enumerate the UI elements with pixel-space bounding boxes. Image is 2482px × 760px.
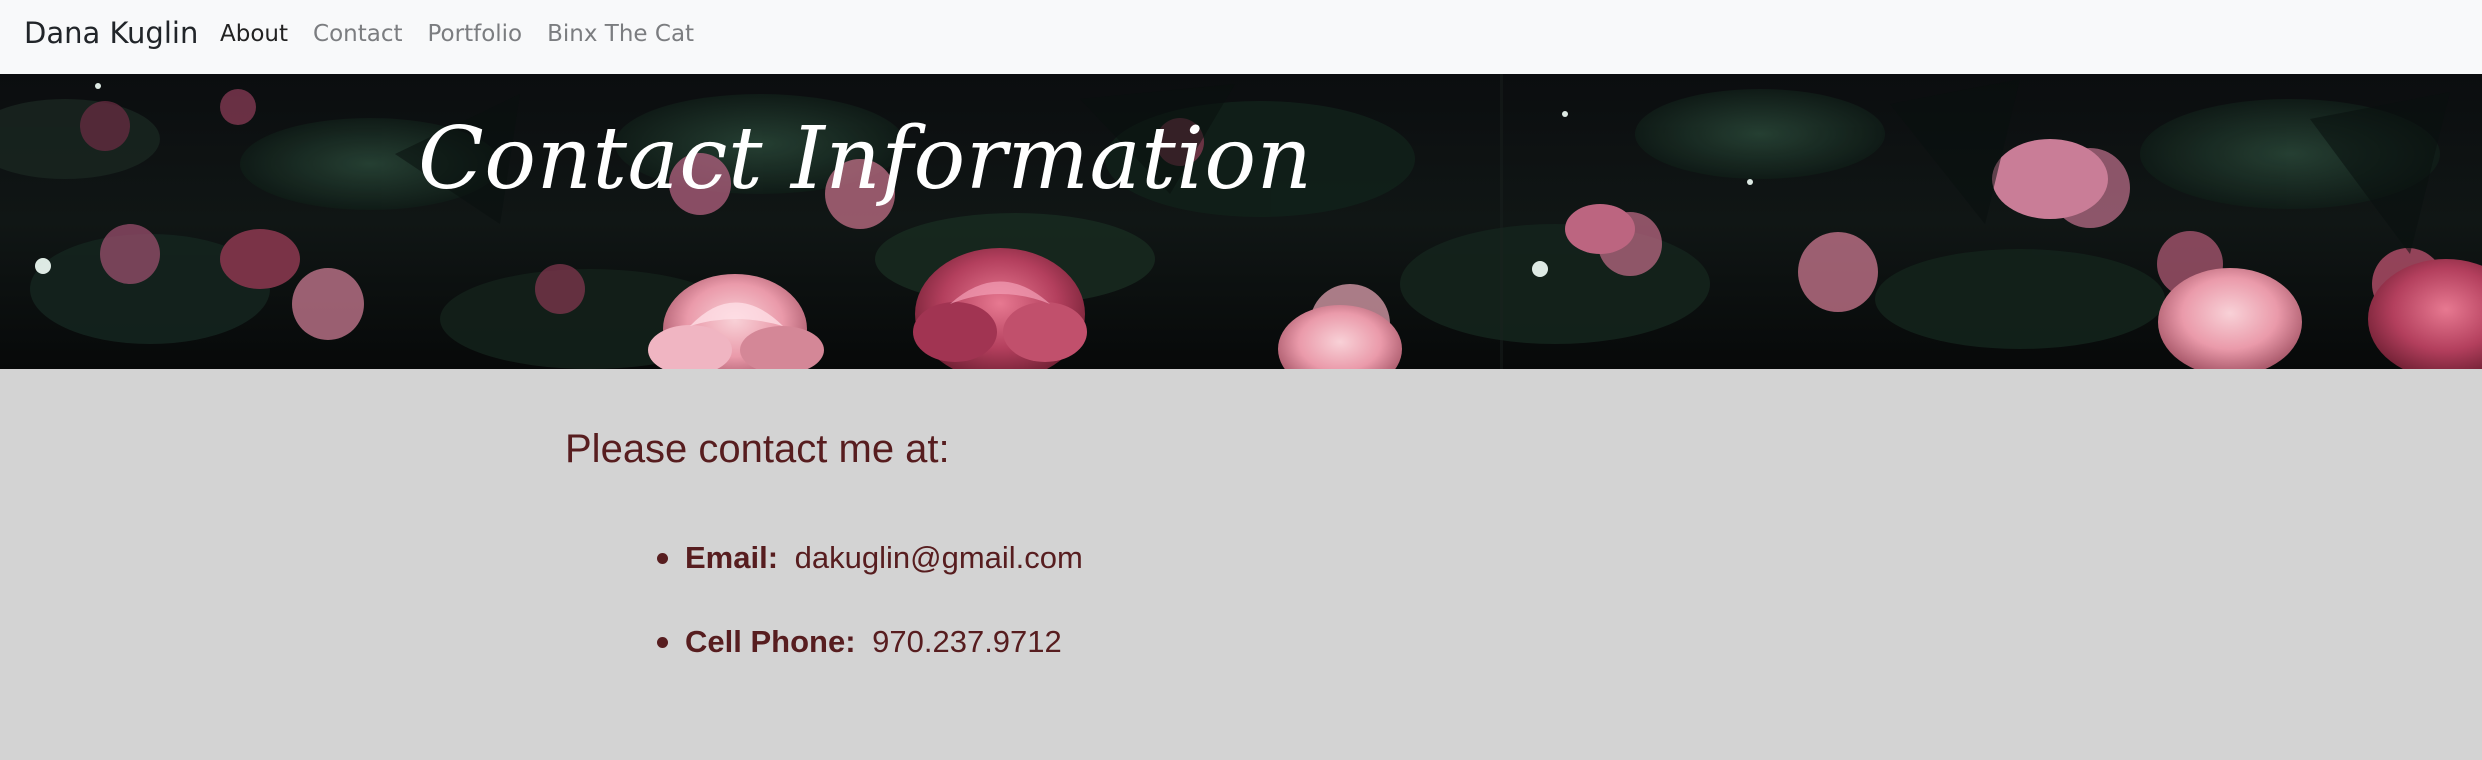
top-navbar: Dana Kuglin About Contact Portfolio Binx… bbox=[0, 0, 2482, 74]
contact-item-cell-phone: Cell Phone: 970.237.9712 bbox=[657, 623, 1083, 661]
nav-item-portfolio: Portfolio bbox=[428, 18, 523, 50]
contact-heading: Please contact me at: bbox=[565, 427, 950, 471]
nav-link-contact[interactable]: Contact bbox=[313, 21, 402, 47]
contact-content: Please contact me at: Email: dakuglin@gm… bbox=[0, 369, 2482, 760]
nav-links: About Contact Portfolio Binx The Cat bbox=[220, 18, 694, 50]
email-value: dakuglin@gmail.com bbox=[794, 540, 1083, 575]
nav-link-binx-the-cat[interactable]: Binx The Cat bbox=[547, 21, 694, 47]
bullet-icon bbox=[657, 637, 668, 648]
brand-link[interactable]: Dana Kuglin bbox=[24, 16, 198, 50]
page-title: Contact Information bbox=[418, 109, 1313, 209]
email-label: Email: bbox=[685, 540, 779, 575]
nav-link-portfolio[interactable]: Portfolio bbox=[428, 21, 523, 47]
cell-phone-value: 970.237.9712 bbox=[872, 624, 1062, 659]
contact-list: Email: dakuglin@gmail.com Cell Phone: 97… bbox=[657, 539, 1083, 707]
contact-item-email: Email: dakuglin@gmail.com bbox=[657, 539, 1083, 577]
cell-phone-label: Cell Phone: bbox=[685, 624, 856, 659]
hero-banner: Contact Information bbox=[0, 74, 2482, 369]
nav-item-contact: Contact bbox=[313, 18, 402, 50]
nav-link-about[interactable]: About bbox=[220, 21, 288, 47]
bullet-icon bbox=[657, 553, 668, 564]
nav-item-about: About bbox=[220, 18, 288, 50]
nav-item-binx-the-cat: Binx The Cat bbox=[547, 18, 694, 50]
